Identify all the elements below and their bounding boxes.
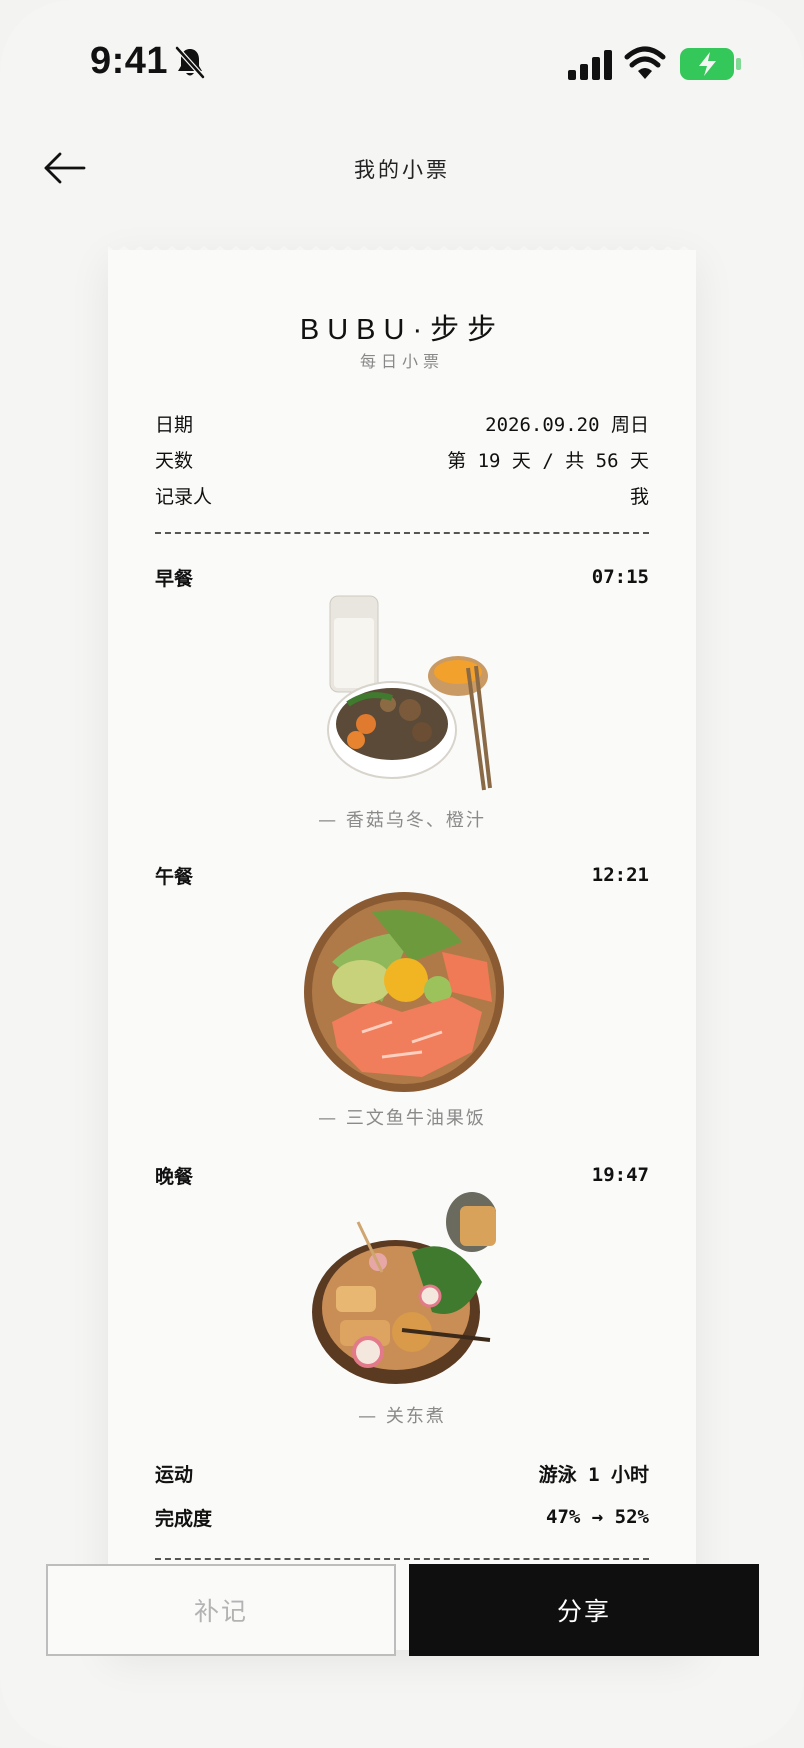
meal-time: 07:15 <box>591 566 649 588</box>
breakfast-photo <box>327 595 492 791</box>
info-label: 天数 <box>155 449 194 472</box>
dashed-divider <box>155 532 649 534</box>
receipt-subtitle: 每日小票 <box>359 352 444 371</box>
meal-caption: — 关东煮 <box>358 1406 446 1427</box>
meal-time: 12:21 <box>591 864 649 886</box>
info-value: 我 <box>629 485 649 508</box>
summary-value: 游泳 1 小时 <box>538 1463 649 1486</box>
meal-row-breakfast: 早餐 07:15 <box>155 562 649 592</box>
info-label: 记录人 <box>155 485 213 508</box>
receipt-brand: BUBU·步步 <box>299 314 505 346</box>
battery-charging-icon <box>680 48 741 80</box>
meal-caption: — 香菇乌冬、橙汁 <box>318 810 486 831</box>
summary-value: 47% → 52% <box>546 1506 649 1528</box>
meal-name: 早餐 <box>155 567 194 590</box>
cellular-signal-icon <box>568 50 612 80</box>
info-row-days: 天数 第 19 天 / 共 56 天 <box>155 444 649 474</box>
dashed-divider <box>155 1558 649 1560</box>
dinner-photo <box>312 1192 496 1384</box>
info-value: 第 19 天 / 共 56 天 <box>447 449 649 472</box>
bell-slash-icon <box>175 46 205 79</box>
status-time: 9:41 <box>90 40 169 82</box>
status-bar: 9:41 <box>0 0 804 130</box>
meal-row-dinner: 晚餐 19:47 <box>155 1160 649 1190</box>
meal-caption: — 三文鱼牛油果饭 <box>318 1108 486 1129</box>
info-value: 2026.09.20 周日 <box>485 413 649 436</box>
page-title: 我的小票 <box>354 158 450 182</box>
summary-label: 完成度 <box>155 1507 213 1530</box>
backfill-button[interactable]: 补记 <box>46 1564 396 1656</box>
lunch-photo <box>304 892 504 1092</box>
summary-label: 运动 <box>155 1463 194 1486</box>
receipt: BUBU·步步 每日小票 日期 2026.09.20 周日 天数 第 19 天 … <box>108 250 696 1650</box>
wifi-icon <box>624 46 666 79</box>
meal-row-lunch: 午餐 12:21 <box>155 860 649 890</box>
meal-name: 晚餐 <box>155 1165 194 1188</box>
meal-name: 午餐 <box>155 865 194 888</box>
summary-row-exercise: 运动 游泳 1 小时 <box>155 1458 649 1488</box>
share-button[interactable]: 分享 <box>409 1564 759 1656</box>
info-row-recorder: 记录人 我 <box>155 480 649 510</box>
phone-screen: 9:41 我的小票 BUBU·步步 每日小票 日期 2026.09.20 周日 … <box>0 0 804 1748</box>
info-row-date: 日期 2026.09.20 周日 <box>155 408 649 438</box>
summary-row-completion: 完成度 47% → 52% <box>155 1502 649 1532</box>
meal-time: 19:47 <box>591 1164 649 1186</box>
info-label: 日期 <box>155 413 194 436</box>
